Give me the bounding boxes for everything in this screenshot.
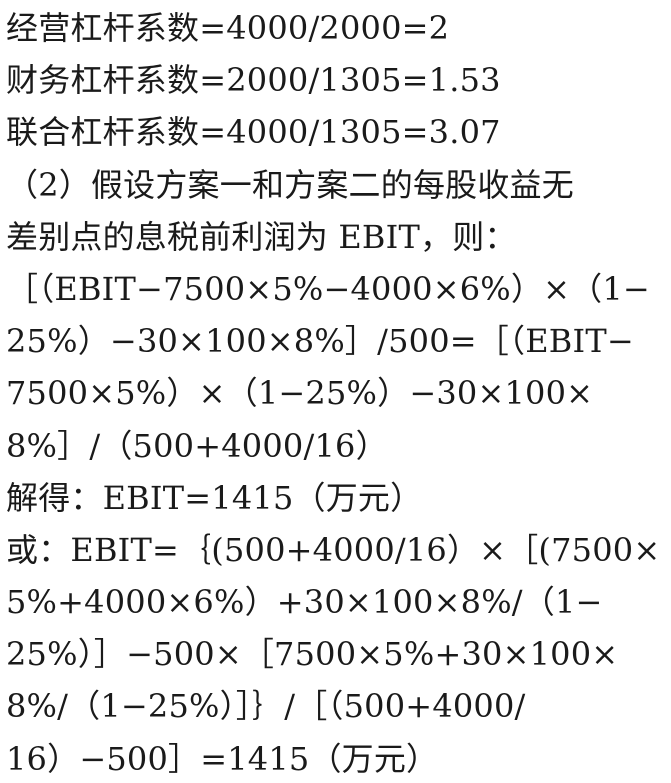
alternative-line-5: 16）−500］=1415（万元）	[6, 739, 439, 778]
text-line-question-2: （2）假设方案一和方案二的每股收益无	[6, 165, 574, 204]
alternative-line-3: 25%）］−500×［7500×5%+30×100×	[6, 635, 619, 674]
document-page: 经营杠杆系数=4000/2000=2 财务杠杆系数=2000/1305=1.53…	[0, 0, 671, 783]
alternative-line-2: 5%+4000×6%）+30×100×8%/（1−	[6, 583, 603, 622]
alternative-line-1: 或：EBIT=｛(500+4000/16）×［(7500×	[6, 530, 661, 569]
text-line-combined-leverage: 联合杠杆系数=4000/1305=3.07	[6, 113, 501, 152]
text-line-financial-leverage: 财务杠杆系数=2000/1305=1.53	[6, 61, 501, 100]
solution-line: 解得：EBIT=1415（万元）	[6, 478, 423, 517]
equation-line-2: 25%）−30×100×8%］/500=［（EBIT−	[6, 322, 634, 361]
equation-line-1: ［（EBIT−7500×5%−4000×6%）×（1−	[6, 269, 650, 308]
text-line-question-2-cont: 差别点的息税前利润为 EBIT，则：	[6, 217, 517, 256]
equation-line-3: 7500×5%）×（1−25%）−30×100×	[6, 374, 594, 413]
text-line-operating-leverage: 经营杠杆系数=4000/2000=2	[6, 9, 450, 47]
equation-line-4: 8%］/（500+4000/16）	[6, 426, 388, 465]
alternative-line-4: 8%/（1−25%）］｝/［（500+4000/	[6, 687, 526, 726]
